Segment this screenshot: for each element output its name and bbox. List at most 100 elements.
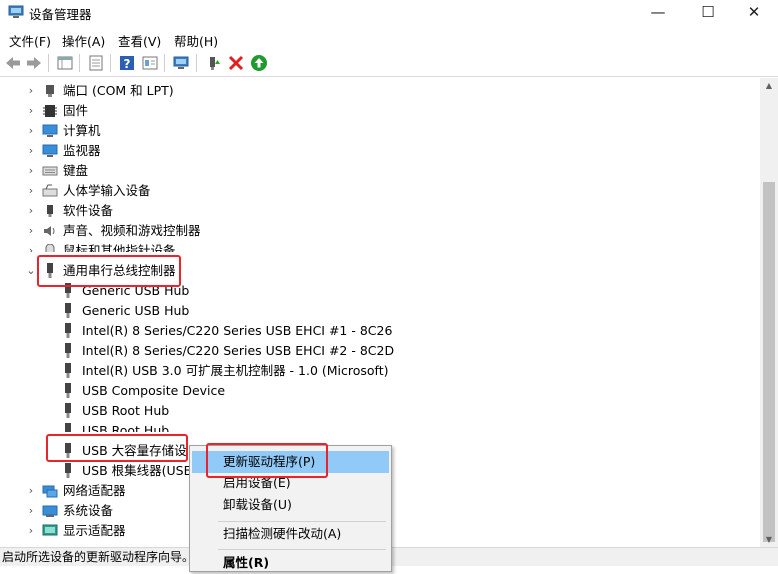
tree-category-label: 人体学输入设备 [63, 183, 151, 198]
usb-plug-icon [65, 303, 71, 318]
context-separator [218, 521, 386, 522]
tree-category-monitor[interactable]: › 监视器 [0, 141, 760, 161]
chevron-right-icon[interactable]: › [26, 501, 36, 521]
chevron-right-icon[interactable]: › [26, 181, 36, 201]
context-item-label: 扫描检测硬件改动(A) [223, 526, 342, 541]
context-scan-hardware[interactable]: 扫描检测硬件改动(A) [192, 523, 389, 545]
chevron-right-icon[interactable]: › [26, 221, 36, 241]
mouse-icon [45, 244, 55, 252]
usb-plug-icon [65, 323, 71, 338]
status-text: 启动所选设备的更新驱动程序向导。 [2, 550, 195, 564]
usb-device-item[interactable]: Intel(R) 8 Series/C220 Series USB EHCI #… [0, 341, 760, 361]
display-adapter-icon [42, 524, 58, 536]
scrollbar-thumb[interactable] [763, 182, 775, 542]
scroll-down-arrow-icon[interactable]: ▼ [760, 532, 778, 548]
tree-category-label: 键盘 [63, 163, 89, 178]
scroll-up-arrow-icon[interactable]: ▲ [760, 78, 778, 94]
usb-device-item[interactable]: USB Root Hub [0, 421, 760, 432]
menu-help[interactable]: 帮助(H) [174, 31, 218, 50]
context-uninstall-device[interactable]: 卸载设备(U) [192, 494, 389, 516]
tree-category-system[interactable]: › 系统设备 [0, 501, 190, 521]
window-title: 设备管理器 [29, 7, 92, 22]
system-icon [42, 505, 58, 517]
usb-plug-icon [65, 343, 71, 358]
chevron-right-icon[interactable]: › [26, 481, 36, 501]
chevron-right-icon[interactable]: › [26, 121, 36, 141]
firmware-icon [43, 105, 57, 117]
tree-category-software-device[interactable]: › 软件设备 [0, 201, 760, 221]
usb-device-item[interactable]: Intel(R) USB 3.0 可扩展主机控制器 - 1.0 (Microso… [0, 361, 760, 381]
monitor-icon [42, 144, 58, 157]
toolbar-separator [110, 54, 111, 72]
port-icon [46, 85, 54, 97]
toolbar-separator [196, 54, 197, 72]
usb-device-item[interactable]: USB Root Hub [0, 401, 760, 421]
maximize-button[interactable]: ☐ [684, 0, 732, 26]
computer-icon [42, 124, 58, 137]
tree-category-label: 显示适配器 [63, 523, 126, 538]
tree-category-label: 软件设备 [63, 203, 114, 218]
usb-device-label: Intel(R) 8 Series/C220 Series USB EHCI #… [82, 323, 393, 338]
usb-device-label: Generic USB Hub [82, 303, 190, 318]
scan-hardware-icon[interactable] [172, 54, 190, 72]
tree-category-label: 系统设备 [63, 503, 114, 518]
svg-text:?: ? [124, 57, 131, 71]
device-manager-icon [8, 5, 24, 18]
usb-device-label: Intel(R) USB 3.0 可扩展主机控制器 - 1.0 (Microso… [82, 363, 389, 378]
chevron-right-icon[interactable]: › [26, 101, 36, 121]
tree-category-mouse[interactable]: › 鼠标和其他指针设备 [0, 241, 760, 252]
tree-category-label: 固件 [63, 103, 89, 118]
usb-device-item[interactable]: USB 根集线器(USB [0, 461, 190, 481]
context-separator [218, 549, 386, 550]
menu-file[interactable]: 文件(F) [9, 31, 51, 50]
tree-category-label: 网络适配器 [63, 483, 126, 498]
vertical-scrollbar[interactable]: ▲ ▼ [760, 78, 778, 548]
update-driver-icon[interactable] [204, 54, 222, 72]
chevron-right-icon[interactable]: › [26, 161, 36, 181]
tree-category-ports[interactable]: › 端口 (COM 和 LPT) [0, 81, 760, 101]
chevron-right-icon[interactable]: › [26, 141, 36, 161]
usb-device-label: USB Root Hub [82, 403, 170, 418]
annotation-box-mass-storage [46, 434, 188, 462]
usb-plug-icon [65, 403, 71, 418]
tree-category-network[interactable]: › 网络适配器 [0, 481, 190, 501]
audio-icon [44, 226, 55, 236]
chevron-right-icon[interactable]: › [26, 201, 36, 221]
back-arrow-icon[interactable] [4, 54, 22, 72]
tree-category-firmware[interactable]: › 固件 [0, 101, 760, 121]
menu-view[interactable]: 查看(V) [118, 31, 161, 50]
tree-category-computer[interactable]: › 计算机 [0, 121, 760, 141]
view-icon[interactable] [141, 54, 159, 72]
network-icon [42, 485, 58, 498]
usb-device-label: USB 根集线器(USB [82, 463, 190, 478]
context-properties[interactable]: 属性(R) [192, 552, 389, 574]
usb-plug-icon [65, 463, 71, 478]
tree-category-display-adapter[interactable]: › 显示适配器 [0, 521, 190, 541]
enable-device-icon[interactable] [250, 54, 268, 72]
chevron-right-icon[interactable]: › [26, 241, 36, 252]
close-button[interactable]: ✕ [730, 0, 778, 26]
usb-plug-icon [65, 423, 71, 432]
keyboard-icon [42, 166, 58, 176]
menu-bar: 文件(F) 操作(A) 查看(V) 帮助(H) [0, 28, 778, 50]
chevron-down-icon[interactable]: ⌄ [26, 261, 36, 281]
tree-category-keyboard[interactable]: › 键盘 [0, 161, 760, 181]
minimize-button[interactable]: — [634, 0, 682, 26]
context-item-label: 卸载设备(U) [223, 497, 292, 512]
toolbar: ? [0, 50, 778, 77]
tree-category-hid[interactable]: › 人体学输入设备 [0, 181, 760, 201]
uninstall-icon[interactable] [227, 54, 245, 72]
menu-action[interactable]: 操作(A) [62, 31, 105, 50]
print-icon[interactable] [87, 54, 105, 72]
tree-category-label: 端口 (COM 和 LPT) [63, 83, 174, 98]
usb-device-item[interactable]: Intel(R) 8 Series/C220 Series USB EHCI #… [0, 321, 760, 341]
usb-plug-icon [65, 363, 71, 378]
usb-device-item[interactable]: USB Composite Device [0, 381, 760, 401]
chevron-right-icon[interactable]: › [26, 81, 36, 101]
chevron-right-icon[interactable]: › [26, 521, 36, 541]
usb-device-item[interactable]: Generic USB Hub [0, 301, 760, 321]
help-icon[interactable]: ? [118, 54, 136, 72]
forward-arrow-icon[interactable] [25, 54, 43, 72]
tree-category-audio[interactable]: › 声音、视频和游戏控制器 [0, 221, 760, 241]
properties-grid-icon[interactable] [56, 54, 74, 72]
